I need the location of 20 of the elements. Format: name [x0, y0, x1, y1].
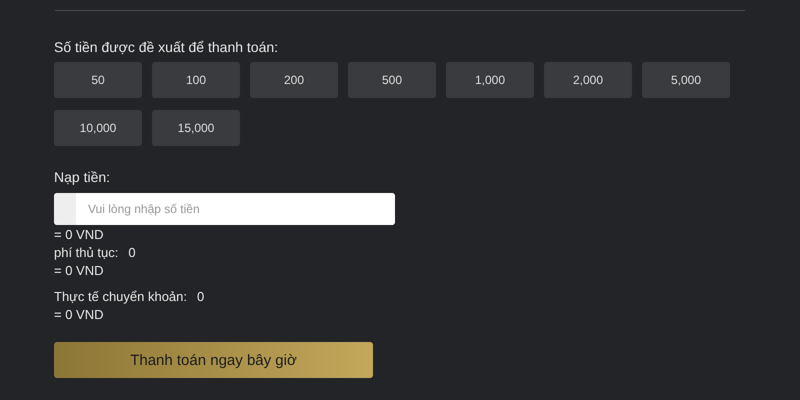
amount-input-field[interactable]: Vui lòng nhập số tiền: [54, 193, 395, 225]
amount-button[interactable]: 50: [54, 62, 142, 98]
actual-transfer-label: Thực tế chuyển khoản:: [54, 288, 188, 306]
suggested-amounts-label: Số tiền được đề xuất để thanh toán:: [54, 39, 280, 55]
amount-button[interactable]: 5,000: [642, 62, 730, 98]
amount-button[interactable]: 200: [250, 62, 338, 98]
amount-button[interactable]: 100: [152, 62, 240, 98]
actual-transfer-value: 0: [197, 288, 204, 306]
amount-button[interactable]: 15,000: [152, 110, 240, 146]
amount-button[interactable]: 500: [348, 62, 436, 98]
converted-transfer: = 0 VND: [54, 306, 104, 324]
amount-button[interactable]: 2,000: [544, 62, 632, 98]
fee-label: phí thủ tục:: [54, 244, 118, 262]
pay-now-button[interactable]: Thanh toán ngay bây giờ: [54, 342, 373, 378]
converted-fee: = 0 VND: [54, 262, 104, 280]
deposit-label: Nạp tiền:: [54, 169, 112, 185]
converted-amount: = 0 VND: [54, 226, 104, 244]
fee-value: 0: [128, 244, 136, 262]
amount-button[interactable]: 10,000: [54, 110, 142, 146]
amount-button[interactable]: 1,000: [446, 62, 534, 98]
